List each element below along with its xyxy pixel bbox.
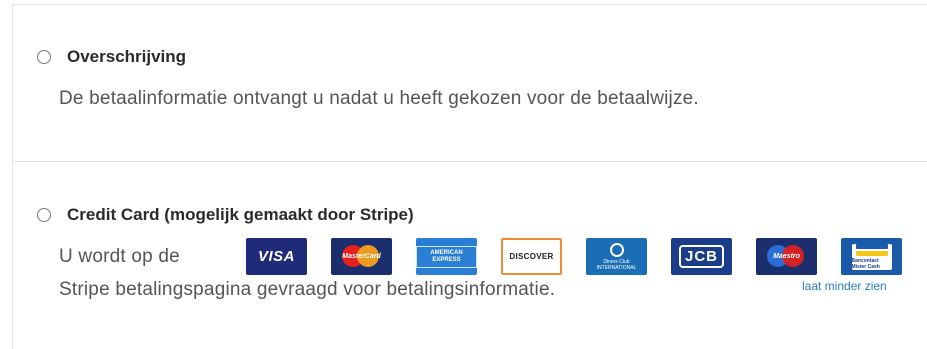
payment-option-description: De betaalinformatie ontvangt u nadat u h… <box>59 88 699 109</box>
payment-option-description-line2: Stripe betalingspagina gevraagd voor bet… <box>59 279 556 300</box>
visa-icon: VISA <box>246 238 307 275</box>
card-logos: VISA MasterCard AMERICAN EXPRESS DISCOVE… <box>246 238 902 275</box>
jcb-icon: JCB <box>671 238 732 275</box>
payment-option-label: Overschrijving <box>67 47 187 66</box>
maestro-icon: Maestro <box>756 238 817 275</box>
diners-club-icon: Diners Club INTERNATIONAL <box>586 238 647 275</box>
diners-text: Diners Club INTERNATIONAL <box>596 258 637 271</box>
payment-option-label: Credit Card (mogelijk gemaakt door Strip… <box>67 205 414 224</box>
bancontact-text: Bancontact Mister Cash <box>851 257 880 270</box>
visa-text: VISA <box>257 248 295 265</box>
bancontact-icon: Bancontact Mister Cash <box>841 238 902 275</box>
show-less-link[interactable]: laat minder zien <box>802 279 887 293</box>
mastercard-text: MasterCard <box>342 253 381 260</box>
jcb-text: JCB <box>678 245 724 268</box>
payment-option-description-line1: U wordt op de <box>59 246 180 267</box>
mastercard-icon: MasterCard <box>331 238 392 275</box>
payment-option-credit-card[interactable]: Credit Card (mogelijk gemaakt door Strip… <box>37 205 414 225</box>
radio-credit-card[interactable] <box>37 208 51 222</box>
discover-text: DISCOVER <box>509 252 554 261</box>
section-divider <box>12 161 927 162</box>
maestro-text: Maestro <box>773 253 800 260</box>
payment-option-overschrijving[interactable]: Overschrijving <box>37 47 186 67</box>
american-express-icon: AMERICAN EXPRESS <box>416 238 477 275</box>
discover-icon: DISCOVER <box>501 238 562 275</box>
radio-overschrijving[interactable] <box>37 50 51 64</box>
amex-text: AMERICAN EXPRESS <box>416 245 477 268</box>
